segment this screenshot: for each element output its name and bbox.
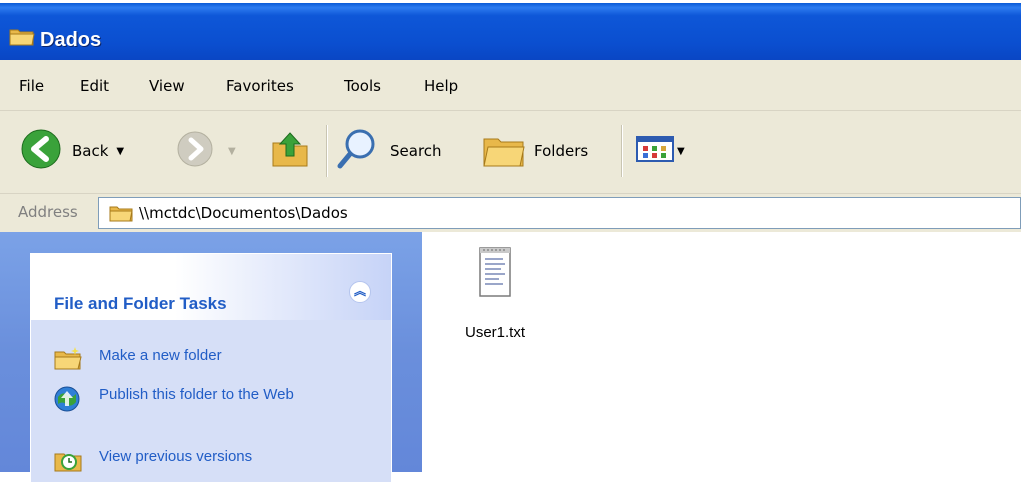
address-field[interactable]: \\mctdc\Documentos\Dados [98, 197, 1021, 229]
menu-edit[interactable]: Edit [80, 77, 109, 95]
views-button[interactable]: ▼ [635, 127, 685, 175]
menu-favorites[interactable]: Favorites [226, 77, 294, 95]
views-icon [635, 133, 675, 169]
menu-view[interactable]: View [149, 77, 185, 95]
menu-file[interactable]: File [19, 77, 44, 95]
folders-icon [482, 129, 526, 173]
back-dropdown-icon[interactable]: ▼ [116, 146, 124, 157]
panel-title: File and Folder Tasks [54, 294, 227, 313]
address-bar: Address \\mctdc\Documentos\Dados [0, 194, 1021, 232]
up-button[interactable] [270, 127, 310, 175]
file-folder-tasks-panel: File and Folder Tasks ︽ Make a new folde… [30, 253, 392, 483]
folders-button[interactable]: Folders [482, 127, 588, 175]
forward-arrow-icon [176, 130, 214, 172]
previous-versions-icon [53, 447, 83, 477]
search-label: Search [390, 142, 442, 160]
address-path: \\mctdc\Documentos\Dados [139, 204, 348, 222]
title-bar[interactable]: Dados [0, 0, 1021, 60]
task-pane: File and Folder Tasks ︽ Make a new folde… [0, 232, 422, 483]
file-list: User1.txt [422, 232, 1021, 472]
back-label: Back [72, 142, 109, 160]
task-label: Make a new folder [99, 347, 222, 364]
forward-button[interactable]: ▼ [176, 127, 236, 175]
forward-dropdown-icon[interactable]: ▼ [228, 146, 236, 157]
toolbar: Back ▼ ▼ Search Folders ▼ [0, 111, 1021, 194]
toolbar-separator [621, 125, 623, 177]
back-arrow-icon [20, 128, 62, 174]
toolbar-separator [326, 125, 328, 177]
back-button[interactable]: Back ▼ [20, 127, 124, 175]
menu-bar: File Edit View Favorites Tools Help [0, 60, 1021, 111]
text-file-icon [475, 242, 515, 306]
folders-label: Folders [534, 142, 589, 160]
collapse-icon[interactable]: ︽ [349, 281, 371, 303]
task-label: View previous versions [99, 448, 253, 465]
address-label: Address [18, 203, 78, 221]
up-folder-icon [270, 129, 310, 173]
search-icon [336, 127, 380, 175]
search-button[interactable]: Search [336, 127, 442, 175]
folder-icon [109, 204, 133, 226]
folder-icon [9, 26, 35, 50]
panel-header[interactable]: File and Folder Tasks ︽ [31, 254, 391, 320]
menu-help[interactable]: Help [424, 77, 458, 95]
publish-web-icon [53, 385, 81, 417]
task-label: Publish this folder to the Web [99, 386, 294, 403]
views-dropdown-icon[interactable]: ▼ [677, 146, 685, 157]
new-folder-icon [53, 346, 83, 374]
file-name: User1.txt [464, 324, 525, 341]
menu-tools[interactable]: Tools [344, 77, 381, 95]
window-title: Dados [40, 29, 102, 51]
